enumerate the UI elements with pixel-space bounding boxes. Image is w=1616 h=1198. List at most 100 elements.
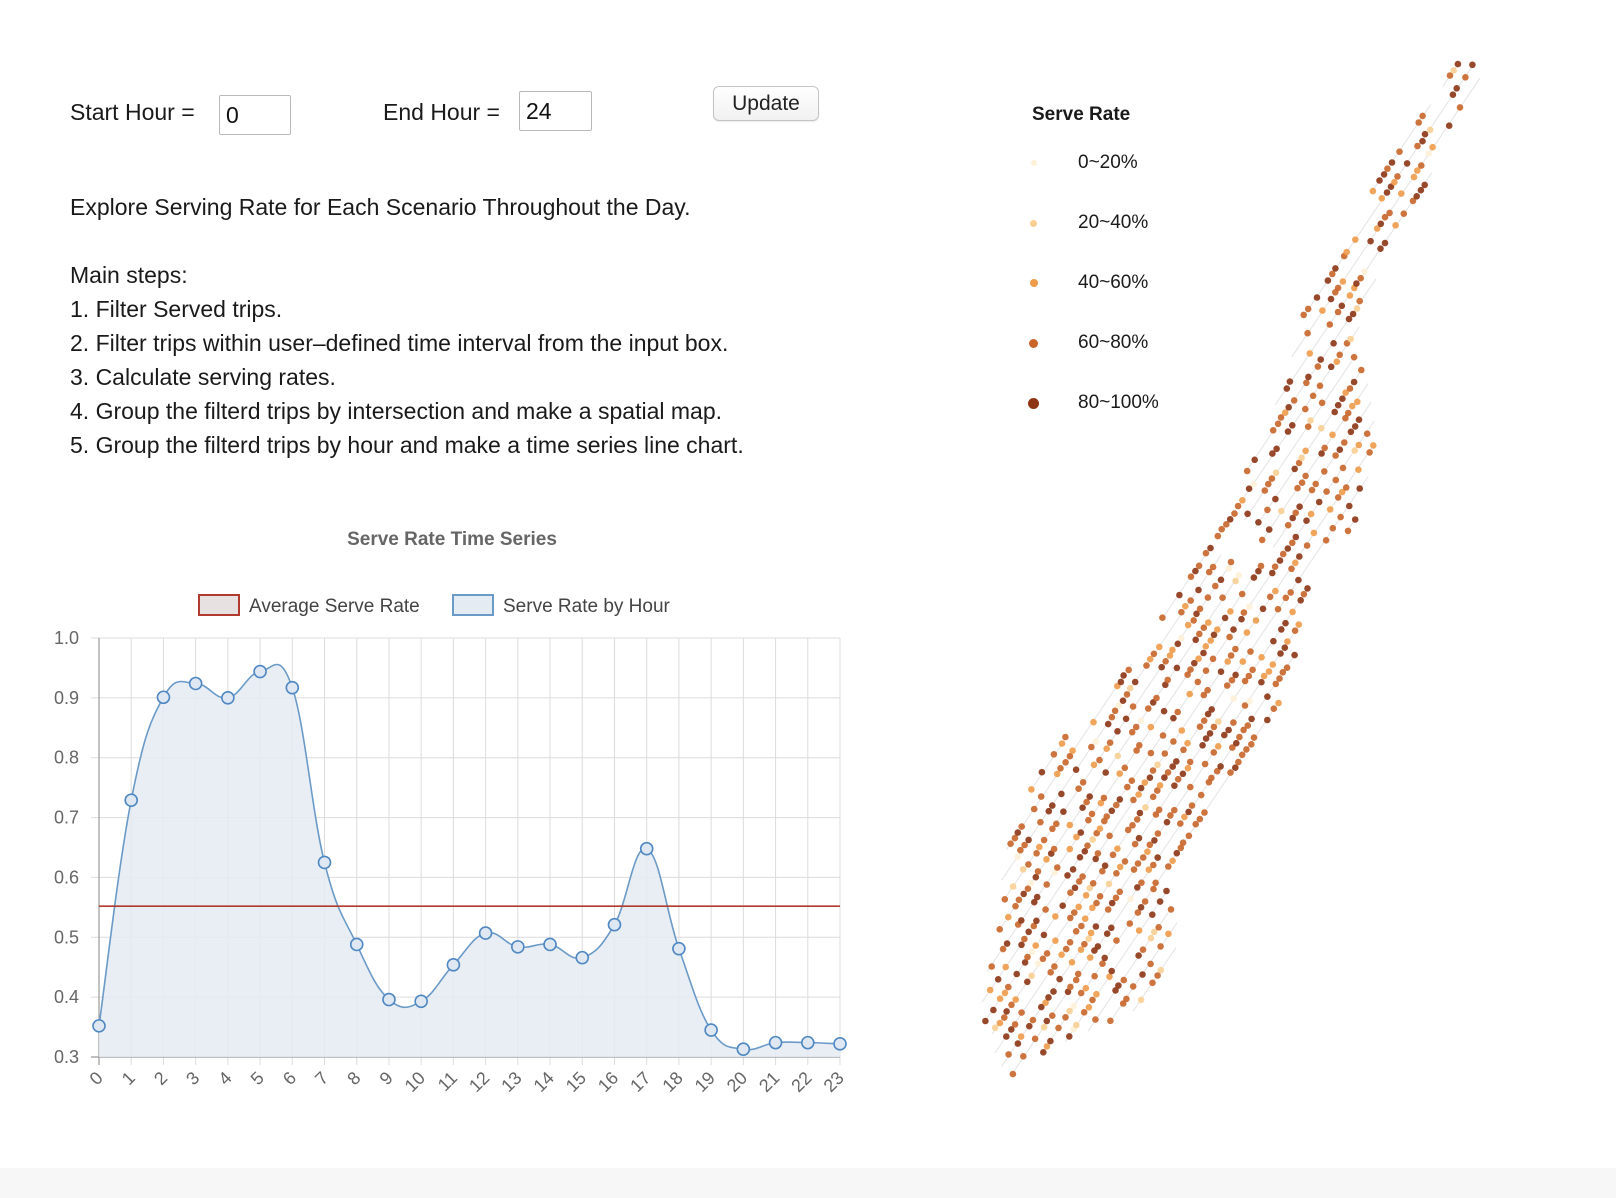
start-hour-input[interactable] [219, 95, 291, 135]
end-hour-input[interactable] [519, 91, 592, 131]
intersection-point [1139, 946, 1147, 953]
intersection-point [1167, 906, 1175, 913]
intersection-point [1090, 761, 1098, 769]
intersection-point [1146, 655, 1154, 663]
intersection-point [1221, 731, 1228, 739]
hourly-data-point[interactable] [253, 664, 267, 679]
hourly-data-point[interactable] [704, 1023, 718, 1037]
legend-swatch-average[interactable] [198, 594, 240, 616]
intersection-point [1376, 177, 1383, 184]
intersection-point [1227, 652, 1235, 659]
intersection-point [1235, 758, 1242, 766]
intersection-point [1226, 633, 1233, 641]
intersection-point [996, 1019, 1004, 1027]
intersection-point [1429, 143, 1436, 151]
intersection-point [1104, 720, 1112, 728]
intersection-point [1069, 866, 1077, 873]
y-tick-label: 1.0 [54, 628, 79, 648]
intersection-point [1260, 672, 1268, 680]
intersection-point [1342, 484, 1350, 491]
hourly-data-point[interactable] [156, 690, 171, 705]
update-button[interactable]: Update [713, 86, 819, 121]
intersection-point [1235, 572, 1242, 579]
intersection-point [1151, 837, 1158, 844]
intersection-points [982, 60, 1476, 1078]
intersection-point [1108, 713, 1116, 721]
intersection-point [1284, 545, 1292, 552]
intersection-point [1281, 644, 1289, 651]
intersection-point [1212, 582, 1219, 590]
legend-label: 80~100% [1078, 392, 1159, 413]
hourly-data-point[interactable] [639, 841, 654, 856]
intersection-point [1303, 517, 1310, 524]
intersection-point [1079, 779, 1087, 786]
intersection-point [1150, 861, 1157, 869]
intersection-point [1135, 927, 1143, 934]
intersection-point [1114, 752, 1122, 760]
hourly-data-point[interactable] [124, 793, 139, 808]
intersection-point [1116, 863, 1124, 871]
intersection-point [1081, 915, 1089, 922]
intersection-point [1269, 427, 1277, 434]
hourly-data-point[interactable] [833, 1037, 847, 1051]
hourly-data-point[interactable] [575, 950, 590, 965]
hourly-data-point[interactable] [736, 1042, 751, 1057]
hourly-data-point[interactable] [478, 926, 493, 940]
intersection-point [1187, 573, 1195, 580]
intersection-point [1217, 668, 1225, 675]
intersection-point [1201, 809, 1208, 816]
intersection-point [1089, 996, 1096, 1004]
intersection-point [1149, 767, 1157, 774]
intersection-point [1341, 439, 1348, 446]
intersection-point [1274, 420, 1282, 428]
intersection-point [1126, 920, 1134, 927]
intersection-point [1169, 857, 1176, 865]
intersection-point [1377, 220, 1385, 228]
hourly-data-point[interactable] [382, 992, 396, 1007]
intersection-point [1219, 594, 1226, 601]
intersection-point [1028, 786, 1035, 793]
hourly-data-point[interactable] [92, 1019, 106, 1033]
intersection-point [1054, 864, 1061, 871]
legend-swatch-hourly[interactable] [452, 594, 494, 616]
hourly-data-point[interactable] [800, 1035, 815, 1050]
hourly-data-point[interactable] [768, 1035, 783, 1050]
intersection-point [1384, 165, 1391, 172]
hourly-data-point[interactable] [349, 937, 364, 952]
hourly-data-point[interactable] [446, 958, 461, 972]
intersection-point [1163, 887, 1170, 895]
hourly-data-point[interactable] [414, 994, 428, 1009]
intersection-point [1214, 743, 1222, 750]
intersection-point [1129, 822, 1136, 829]
intro-headline: Explore Serving Rate for Each Scenario T… [70, 194, 691, 220]
intersection-point [1346, 292, 1354, 299]
intersection-point [1017, 846, 1024, 854]
intersection-point [1296, 503, 1303, 511]
hourly-data-point[interactable] [188, 676, 203, 691]
intersection-point [1130, 866, 1138, 873]
intersection-point [1266, 593, 1274, 601]
intersection-point [1195, 655, 1202, 662]
intersection-point [1116, 888, 1124, 896]
intersection-point [1227, 608, 1234, 615]
intersection-point [1453, 85, 1460, 92]
intersection-point [1196, 605, 1204, 613]
intersection-point [1207, 544, 1214, 552]
legend-dot [1031, 160, 1037, 166]
intersection-point [1002, 963, 1009, 971]
hourly-data-point[interactable] [607, 917, 622, 932]
intersection-point [1123, 691, 1131, 698]
intersection-point [1045, 994, 1052, 1001]
intersection-point [1186, 758, 1194, 766]
hourly-data-point[interactable] [672, 941, 686, 956]
intersection-point [1059, 902, 1066, 909]
hourly-data-point[interactable] [221, 691, 235, 705]
intersection-point [1012, 996, 1019, 1003]
hourly-data-point[interactable] [511, 940, 525, 954]
intersection-point [1264, 693, 1271, 700]
intersection-point [1137, 717, 1145, 724]
hourly-data-point[interactable] [317, 855, 332, 870]
hourly-data-point[interactable] [543, 937, 557, 952]
hourly-data-point[interactable] [285, 680, 300, 695]
intersection-point [1009, 883, 1017, 890]
